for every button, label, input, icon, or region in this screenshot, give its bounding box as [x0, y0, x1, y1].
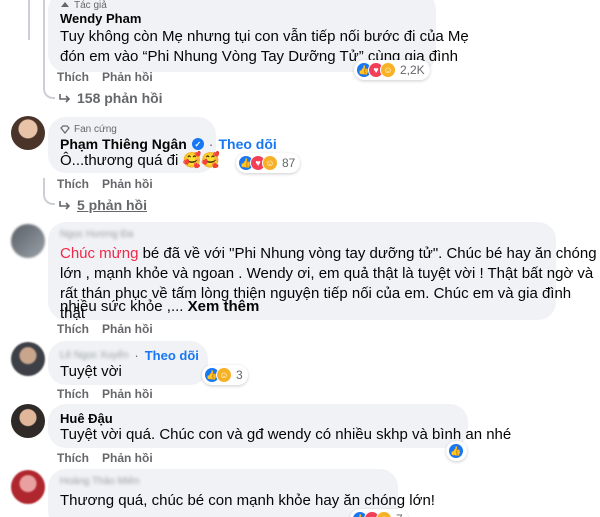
author-badge: Tác giả [60, 0, 107, 11]
reply-arrow-icon [59, 94, 71, 103]
comment-actions: Thích Phản hồi [57, 177, 153, 191]
reply-button[interactable]: Phản hồi [102, 387, 153, 401]
reply-arrow-icon [59, 201, 71, 210]
reaction-count: 2,2K [400, 63, 425, 77]
author-name[interactable]: Lê Ngọc Xuyến [60, 350, 128, 361]
comment-author: Phạm Thiêng Ngân ✓ · Theo dõi [60, 136, 277, 152]
reaction-summary[interactable]: 👍 ☺ 3 [202, 365, 248, 385]
comment-author[interactable]: Hoàng Thảo Miên [60, 476, 139, 487]
comment-text: Ô...thương quá đi 🥰🥰 [60, 152, 220, 169]
like-button[interactable]: Thích [57, 387, 89, 401]
reaction-count: 3 [236, 368, 243, 382]
dot-separator: · [208, 136, 214, 152]
fan-badge: Fan cứng [60, 124, 117, 135]
reaction-summary[interactable]: 👍 ♥ ☺ 2,2K [354, 60, 430, 80]
like-button[interactable]: Thích [57, 70, 89, 84]
care-reaction-icon: ☺ [376, 511, 392, 517]
follow-button[interactable]: Theo dõi [218, 136, 276, 152]
view-replies-link[interactable]: 5 phản hồi [59, 197, 147, 213]
follow-button[interactable]: Theo dõi [145, 348, 199, 363]
avatar[interactable] [11, 342, 45, 376]
like-button[interactable]: Thích [57, 451, 89, 465]
reaction-count: 7 [396, 512, 403, 517]
comment-text: nhiều sức khỏe ,... Xem thêm [60, 298, 260, 315]
avatar[interactable] [11, 224, 45, 258]
see-more-link[interactable]: Xem thêm [188, 298, 260, 315]
avatar[interactable] [11, 404, 45, 438]
reaction-summary[interactable]: 👍 [446, 441, 467, 461]
care-reaction-icon: ☺ [380, 62, 396, 78]
comment-text: Tuyệt vời quá. Chúc con và gđ wendy có n… [60, 426, 512, 443]
like-button[interactable]: Thích [57, 177, 89, 191]
diamond-icon [60, 125, 70, 134]
comment-author[interactable]: Ngọc Hương Đa [60, 229, 133, 240]
thread-line [28, 0, 30, 40]
avatar[interactable] [11, 470, 45, 504]
reaction-summary[interactable]: 👍 ♥ ☺ 87 [236, 153, 301, 173]
like-button[interactable]: Thích [57, 322, 89, 336]
care-reaction-icon: ☺ [216, 367, 232, 383]
comment-text: lớn , mạnh khỏe và ngoan . Wendy ơi, em … [60, 265, 594, 282]
comment-text: Thương quá, chúc bé con mạnh khỏe hay ăn… [60, 492, 435, 509]
reply-button[interactable]: Phản hồi [102, 322, 153, 336]
author-icon [61, 1, 69, 7]
care-reaction-icon: ☺ [262, 155, 278, 171]
comment-actions: Thích Phản hồi [57, 322, 153, 336]
comment-text: Tuy không còn Mẹ nhưng tụi con vẫn tiếp … [60, 28, 469, 45]
comment-text: Tuyệt vời [60, 363, 122, 380]
comment-actions: Thích Phản hồi [57, 451, 153, 465]
like-reaction-icon: 👍 [448, 443, 464, 459]
avatar[interactable] [11, 116, 45, 150]
verified-icon: ✓ [191, 138, 204, 150]
view-replies-link[interactable]: 158 phản hồi [59, 90, 163, 106]
comment-actions: Thích Phản hồi [57, 387, 153, 401]
thread-connector [43, 178, 55, 205]
reply-button[interactable]: Phản hồi [102, 177, 153, 191]
comment-text: Chúc mừng bé đã về với "Phi Nhung vòng t… [60, 245, 597, 262]
reply-button[interactable]: Phản hồi [102, 451, 153, 465]
comment-author: Lê Ngọc Xuyến · Theo dõi [60, 348, 199, 363]
comment-actions: Thích Phản hồi [57, 70, 153, 84]
comment-author[interactable]: Huê Đậu [60, 411, 113, 426]
dot-separator: · [134, 348, 139, 363]
comment-author[interactable]: Wendy Pham [60, 11, 141, 26]
author-name[interactable]: Phạm Thiêng Ngân [60, 136, 187, 152]
highlight-text: Chúc mừng [60, 245, 139, 262]
reaction-summary[interactable]: 👍 ♥ ☺ 7 [350, 509, 408, 517]
reaction-count: 87 [282, 156, 296, 170]
reply-button[interactable]: Phản hồi [102, 70, 153, 84]
